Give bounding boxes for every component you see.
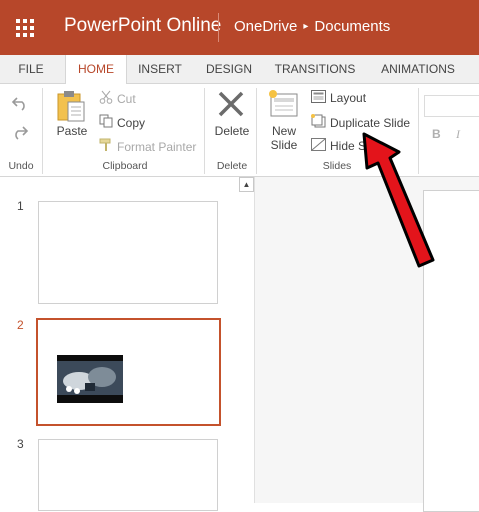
tab-insert[interactable]: INSERT bbox=[128, 55, 192, 83]
delete-button[interactable]: Delete bbox=[210, 124, 254, 138]
title-divider bbox=[218, 13, 219, 42]
delete-x-icon[interactable] bbox=[217, 91, 245, 122]
copy-label: Copy bbox=[117, 115, 146, 130]
red-annotation-arrow bbox=[355, 128, 445, 278]
scroll-up-arrow-icon[interactable]: ▲ bbox=[239, 177, 254, 192]
breadcrumb: OneDrive ▸ Documents bbox=[234, 18, 390, 35]
group-label-delete: Delete bbox=[216, 160, 248, 172]
new-slide-label: New Slide bbox=[270, 124, 298, 152]
paste-button[interactable]: Paste bbox=[52, 124, 92, 138]
slide-thumbnail-1[interactable] bbox=[38, 201, 218, 304]
slide-number: 1 bbox=[17, 199, 24, 213]
pane-divider bbox=[254, 177, 255, 503]
format-painter-label: Format Painter bbox=[117, 139, 197, 154]
group-label-clipboard: Clipboard bbox=[102, 160, 148, 172]
tab-design[interactable]: DESIGN bbox=[196, 55, 262, 83]
copy-icon bbox=[99, 114, 113, 131]
breadcrumb-separator-icon: ▸ bbox=[303, 21, 309, 32]
scissors-icon bbox=[99, 90, 113, 107]
redo-icon[interactable] bbox=[11, 124, 29, 145]
italic-button[interactable]: I bbox=[456, 127, 460, 142]
group-label-undo: Undo bbox=[8, 160, 34, 172]
slide-number: 2 bbox=[17, 318, 24, 332]
slide-number: 3 bbox=[17, 437, 24, 451]
layout-button[interactable]: Layout bbox=[311, 90, 366, 106]
slide-thumbnail-2[interactable] bbox=[36, 318, 221, 426]
ribbon-divider bbox=[256, 88, 257, 174]
new-slide-icon[interactable] bbox=[268, 89, 300, 124]
format-painter-icon bbox=[99, 138, 113, 155]
tab-animations[interactable]: ANIMATIONS bbox=[370, 55, 466, 83]
paste-icon[interactable] bbox=[56, 90, 86, 127]
app-name[interactable]: PowerPoint Online bbox=[64, 15, 221, 37]
format-painter-button[interactable]: Format Painter bbox=[99, 138, 196, 155]
undo-icon[interactable] bbox=[11, 95, 29, 116]
tab-file[interactable]: FILE bbox=[0, 55, 62, 83]
ribbon-divider bbox=[204, 88, 205, 174]
app-launcher-waffle-icon[interactable] bbox=[0, 0, 49, 55]
copy-button[interactable]: Copy bbox=[99, 114, 145, 131]
new-slide-button[interactable]: New Slide bbox=[264, 124, 304, 152]
hide-slide-icon bbox=[311, 138, 326, 154]
breadcrumb-documents[interactable]: Documents bbox=[314, 18, 390, 35]
cut-button[interactable]: Cut bbox=[99, 90, 136, 107]
cut-label: Cut bbox=[117, 91, 136, 106]
layout-label: Layout bbox=[330, 91, 367, 105]
font-name-combobox[interactable] bbox=[424, 95, 479, 117]
tab-transitions[interactable]: TRANSITIONS bbox=[266, 55, 364, 83]
slide-video-image bbox=[57, 355, 123, 403]
duplicate-slide-icon bbox=[311, 114, 326, 131]
ribbon-divider bbox=[42, 88, 43, 174]
breadcrumb-onedrive[interactable]: OneDrive bbox=[234, 18, 297, 35]
layout-icon bbox=[311, 90, 326, 106]
slide-thumbnail-3[interactable] bbox=[38, 439, 218, 511]
tab-home[interactable]: HOME bbox=[65, 55, 127, 84]
